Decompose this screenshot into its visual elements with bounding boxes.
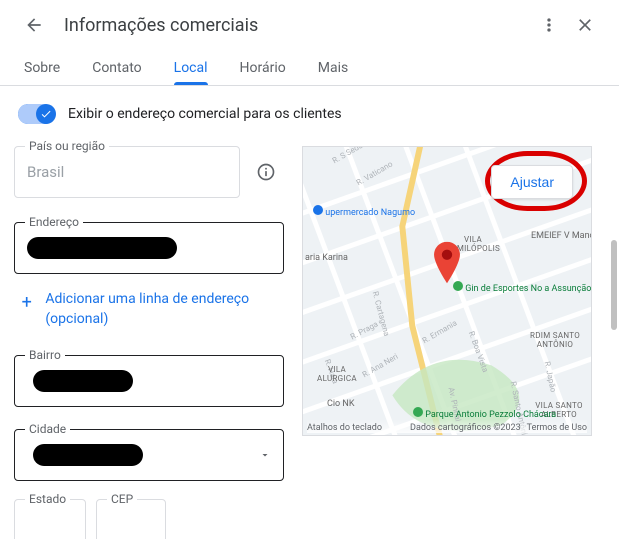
- map-shortcuts-link[interactable]: Atalhos do teclado: [307, 423, 382, 433]
- tab-mais[interactable]: Mais: [302, 50, 364, 85]
- show-address-toggle[interactable]: [18, 104, 54, 124]
- tab-horario[interactable]: Horário: [224, 50, 302, 85]
- show-address-label: Exibir o endereço comercial para os clie…: [68, 106, 342, 122]
- map-pin-icon: [430, 242, 464, 290]
- map-credits: Atalhos do teclado Dados cartográficos ©…: [307, 419, 587, 433]
- tab-contato[interactable]: Contato: [76, 50, 157, 85]
- scrollbar[interactable]: [611, 90, 617, 520]
- state-label: Estado: [25, 492, 70, 506]
- country-field[interactable]: País ou região Brasil: [14, 146, 240, 198]
- district-label: Bairro: [25, 348, 65, 362]
- district-value-redacted: [33, 370, 133, 392]
- country-value: Brasil: [27, 163, 64, 181]
- map-poi: VILA ALURGICA: [307, 365, 367, 383]
- map-terms-link[interactable]: Termos de Uso: [527, 423, 587, 433]
- address-field[interactable]: Endereço: [14, 222, 284, 274]
- city-value-redacted: [33, 444, 143, 466]
- city-field[interactable]: Cidade: [14, 429, 284, 481]
- page-title: Informações comerciais: [64, 15, 531, 36]
- cep-label: CEP: [107, 492, 137, 506]
- more-vert-icon: [539, 15, 559, 35]
- country-label: País ou região: [25, 139, 109, 153]
- back-button[interactable]: [16, 7, 52, 43]
- map-poi: RDIM SANTO ANTÔNIO: [525, 331, 585, 349]
- city-dropdown-icon: [259, 449, 271, 461]
- address-label: Endereço: [25, 215, 83, 229]
- map-data-credit: Dados cartográficos ©2023: [410, 423, 521, 433]
- map-poi: aria Karina: [305, 253, 348, 263]
- state-field[interactable]: Estado: [14, 499, 86, 539]
- plus-icon: +: [18, 290, 35, 315]
- close-icon: [575, 15, 595, 35]
- map-poi: EMEIEF V Manoel de C: [531, 231, 592, 241]
- country-info-button[interactable]: [248, 154, 284, 190]
- chevron-down-icon: [259, 449, 271, 461]
- close-button[interactable]: [567, 7, 603, 43]
- map-poi: upermercado Nagumo: [313, 205, 415, 218]
- tabs: Sobre Contato Local Horário Mais: [0, 50, 619, 86]
- map-poi: Gin de Esportes No a Assunção: [453, 281, 591, 294]
- add-address-line-label: Adicionar uma linha de endereço (opciona…: [45, 290, 280, 329]
- more-button[interactable]: [531, 7, 567, 43]
- arrow-back-icon: [24, 15, 44, 35]
- district-field[interactable]: Bairro: [14, 355, 284, 407]
- map-poi: Cio NK: [327, 399, 354, 409]
- cep-field[interactable]: CEP: [96, 499, 166, 539]
- check-icon: [40, 108, 52, 120]
- adjust-map-button[interactable]: Ajustar: [491, 165, 573, 199]
- tab-sobre[interactable]: Sobre: [8, 50, 76, 85]
- city-label: Cidade: [25, 422, 70, 436]
- map[interactable]: R. S SedanR. VaticanoR. CartagenaR. Prag…: [302, 146, 592, 436]
- add-address-line-button[interactable]: + Adicionar uma linha de endereço (opcio…: [14, 282, 284, 337]
- info-icon: [256, 162, 276, 182]
- tab-local[interactable]: Local: [158, 50, 224, 85]
- address-value-redacted: [27, 237, 177, 259]
